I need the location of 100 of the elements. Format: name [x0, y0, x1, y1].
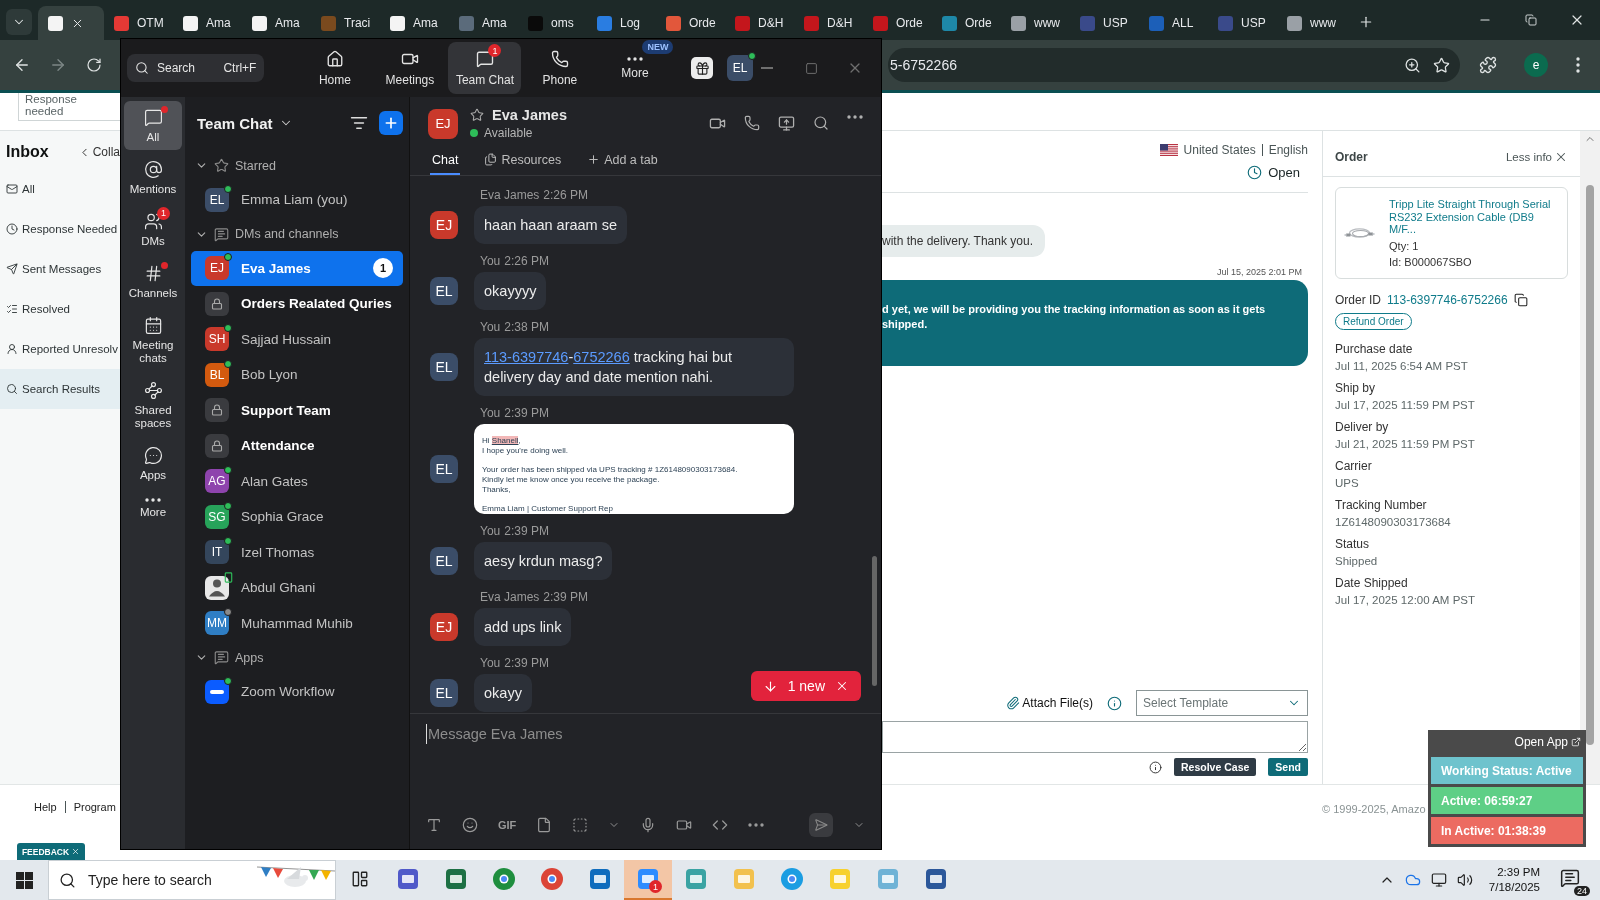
inbox-nav-item[interactable]: Reported Unresolv	[0, 329, 120, 369]
chat-list-item[interactable]: MM Muhammad Muhib	[191, 605, 403, 641]
reply-textarea[interactable]	[882, 721, 1308, 753]
chat-list-item[interactable]: BL Bob Lyon	[191, 357, 403, 393]
inbox-nav-item[interactable]: Resolved	[0, 289, 120, 329]
browser-tab[interactable]: www	[1277, 6, 1346, 40]
send-button[interactable]: Send	[1268, 758, 1308, 776]
text-format-icon[interactable]	[426, 817, 442, 833]
browser-tab[interactable]: Ama	[173, 6, 242, 40]
browser-tab[interactable]: www	[1001, 6, 1070, 40]
sidebar-tab[interactable]: Meeting chats	[124, 309, 182, 371]
order-link[interactable]: 113-6397746	[484, 349, 569, 365]
star-icon[interactable]	[470, 108, 484, 122]
chat-list-item[interactable]: Abdul Ghani	[191, 570, 403, 606]
section-label[interactable]: Apps	[235, 650, 264, 665]
chat-list-item[interactable]: Zoom Workflow	[191, 674, 403, 710]
chat-list-item[interactable]: Support Team	[191, 392, 403, 428]
gift-button[interactable]	[691, 57, 713, 79]
zoom-in-icon[interactable]	[1404, 56, 1421, 74]
browser-tab[interactable]	[38, 6, 104, 40]
profile-button[interactable]: e	[1516, 51, 1556, 79]
template-select[interactable]: Select Template	[1136, 690, 1308, 716]
browser-tab[interactable]: Orde	[656, 6, 725, 40]
browser-tab[interactable]: Orde	[932, 6, 1001, 40]
tab-list-button[interactable]	[6, 9, 32, 35]
email-screenshot[interactable]: Hi Shanell, I hope you're doing well. Your order has been shipped via UPS tracking # 1Z6148090303173684. Kindly let me know once you receive the package. Thanks, Emma Liam | Customer Support Rep	[474, 424, 794, 514]
chat-tab[interactable]: Resources	[482, 146, 564, 175]
code-icon[interactable]	[712, 817, 729, 833]
product-title-link[interactable]: Tripp Lite Straight Through Serial RS232 Extension Cable (DB9 M/F...	[1389, 198, 1559, 236]
more-icon[interactable]	[748, 823, 765, 827]
attach-files-button[interactable]: Attach File(s)	[1006, 696, 1093, 710]
browser-tab[interactable]: USP	[1070, 6, 1139, 40]
chat-list-item[interactable]: EJ Eva James 1	[191, 250, 403, 286]
taskbar-search-field[interactable]: Type here to search	[48, 860, 336, 900]
video-camera-icon[interactable]	[676, 817, 693, 833]
screenshot-icon[interactable]	[572, 817, 589, 833]
chat-list-item[interactable]: IT Izel Thomas	[191, 534, 403, 570]
taskbar-app[interactable]: 1	[624, 860, 672, 900]
emoji-icon[interactable]	[462, 817, 478, 833]
nav-tab[interactable]: Phone	[523, 42, 597, 94]
browser-tab[interactable]: ALL	[1139, 6, 1208, 40]
cloud-icon[interactable]	[1404, 872, 1421, 888]
share-screen-icon[interactable]	[778, 115, 795, 132]
chat-list-item[interactable]: EL Emma Liam (you)	[191, 182, 403, 218]
notification-button[interactable]: 24	[1556, 864, 1590, 896]
chat-list-item[interactable]: SG Sophia Grace	[191, 499, 403, 535]
order-id-link[interactable]: 113-6397746-6752266	[1387, 292, 1508, 307]
open-app-button[interactable]: Open App	[1512, 730, 1583, 754]
chat-list-item[interactable]: Attendance	[191, 428, 403, 464]
inbox-nav-item[interactable]: Response Needed	[0, 209, 120, 249]
nav-tab[interactable]: Home	[298, 42, 372, 94]
inbox-nav-item[interactable]: Search Results	[0, 369, 120, 409]
sidebar-tab[interactable]: Shared spaces	[124, 374, 182, 436]
sidebar-tab[interactable]: DMs 1	[124, 205, 182, 254]
taskbar-clock[interactable]: 2:39 PM 7/18/2025	[1482, 865, 1546, 895]
resolve-button[interactable]: Resolve Case	[1174, 758, 1257, 776]
send-button[interactable]	[809, 813, 833, 837]
copy-icon[interactable]	[1513, 292, 1528, 307]
inbox-nav-item[interactable]: All	[0, 169, 120, 209]
sidebar-tab[interactable]: Mentions	[124, 153, 182, 202]
browser-tab[interactable]: D&H	[794, 6, 863, 40]
search-field[interactable]: Search Ctrl+F	[127, 54, 265, 82]
chat-tab[interactable]: Chat	[430, 146, 461, 175]
inbox-nav-item[interactable]: Sent Messages	[0, 249, 120, 289]
browser-tab[interactable]: USP	[1208, 6, 1277, 40]
info-icon[interactable]	[1149, 760, 1163, 774]
collapse-button[interactable]: Colla	[77, 145, 120, 159]
order-link[interactable]: 6752266	[573, 349, 630, 365]
nav-tab[interactable]: Meetings	[373, 42, 447, 94]
browser-tab[interactable]: Log	[587, 6, 656, 40]
profile-avatar[interactable]: EL	[727, 55, 753, 81]
section-label[interactable]: Starred	[235, 158, 276, 173]
sidebar-tab[interactable]: Channels	[124, 257, 182, 306]
file-icon[interactable]	[536, 817, 553, 833]
new-chat-button[interactable]	[379, 111, 403, 135]
address-bar[interactable]: 5-6752266	[888, 48, 1460, 82]
nav-tab[interactable]: NEW More	[598, 42, 672, 94]
search-icon[interactable]	[813, 115, 829, 131]
sidebar-tab[interactable]: More	[124, 491, 182, 525]
volume-icon[interactable]	[1456, 872, 1473, 888]
browser-tab[interactable]: Ama	[242, 6, 311, 40]
browser-tab[interactable]: oms	[518, 6, 587, 40]
chat-list-item[interactable]: AG Alan Gates	[191, 463, 403, 499]
message-input[interactable]: Message Eva James	[426, 724, 865, 744]
help-link[interactable]: Help	[34, 801, 57, 813]
scrollbar-thumb[interactable]	[872, 556, 877, 686]
browser-tab[interactable]: Traci	[311, 6, 380, 40]
feedback-tab[interactable]: FEEDBACK	[17, 843, 85, 860]
panel-title[interactable]: Team Chat	[197, 114, 273, 132]
section-label[interactable]: DMs and channels	[235, 227, 339, 241]
browser-tab[interactable]: OTM	[104, 6, 173, 40]
browser-tab[interactable]: Orde	[863, 6, 932, 40]
new-messages-button[interactable]: 1 new	[750, 671, 861, 701]
browser-tab[interactable]: Ama	[449, 6, 518, 40]
browser-tab[interactable]: D&H	[725, 6, 794, 40]
phone-icon[interactable]	[744, 115, 760, 131]
sidebar-tab[interactable]: All	[124, 101, 182, 150]
gif-button[interactable]: GIF	[498, 819, 517, 831]
less-info-button[interactable]: Less info	[1505, 149, 1568, 164]
scrollbar-thumb[interactable]	[1586, 185, 1594, 745]
